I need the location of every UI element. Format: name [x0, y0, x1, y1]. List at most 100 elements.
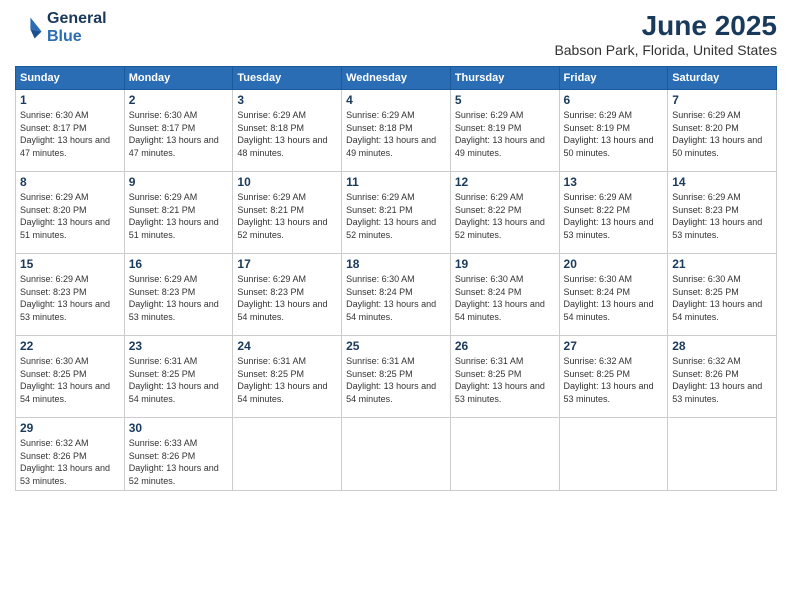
day-info: Sunrise: 6:30 AM Sunset: 8:17 PM Dayligh…: [129, 109, 229, 159]
day-number: 19: [455, 257, 555, 271]
day-number: 12: [455, 175, 555, 189]
day-number: 30: [129, 421, 229, 435]
table-row: 7 Sunrise: 6:29 AM Sunset: 8:20 PM Daylig…: [668, 90, 777, 172]
day-info: Sunrise: 6:29 AM Sunset: 8:21 PM Dayligh…: [237, 191, 337, 241]
logo: General Blue: [15, 10, 107, 46]
table-row: 5Sunrise: 6:29 AM Sunset: 8:19 PM Daylig…: [450, 90, 559, 172]
col-wednesday: Wednesday: [342, 67, 451, 90]
table-row: 3 Sunrise: 6:29 AM Sunset: 8:18 PM Daylig…: [233, 90, 342, 172]
day-info: Sunrise: 6:29 AM Sunset: 8:18 PM Dayligh…: [346, 109, 446, 159]
day-info: Sunrise: 6:29 AM Sunset: 8:18 PM Dayligh…: [237, 109, 337, 159]
table-row: 24Sunrise: 6:31 AM Sunset: 8:25 PM Dayli…: [233, 336, 342, 418]
table-row: [233, 418, 342, 491]
table-row: 28 Sunrise: 6:32 AM Sunset: 8:26 PM Dayli…: [668, 336, 777, 418]
day-info: Sunrise: 6:32 AM Sunset: 8:26 PM Dayligh…: [672, 355, 772, 405]
day-number: 14: [672, 175, 772, 189]
day-info: Sunrise: 6:32 AM Sunset: 8:25 PM Dayligh…: [564, 355, 664, 405]
day-number: 22: [20, 339, 120, 353]
table-row: 10 Sunrise: 6:29 AM Sunset: 8:21 PM Dayli…: [233, 172, 342, 254]
day-info: Sunrise: 6:29 AM Sunset: 8:23 PM Dayligh…: [20, 273, 120, 323]
table-row: 16 Sunrise: 6:29 AM Sunset: 8:23 PM Dayli…: [124, 254, 233, 336]
day-info: Sunrise: 6:30 AM Sunset: 8:24 PM Dayligh…: [564, 273, 664, 323]
calendar-week-row: 22 Sunrise: 6:30 AM Sunset: 8:25 PM Dayli…: [16, 336, 777, 418]
col-friday: Friday: [559, 67, 668, 90]
header-area: General Blue June 2025 Babson Park, Flor…: [15, 10, 777, 58]
table-row: 20 Sunrise: 6:30 AM Sunset: 8:24 PM Dayli…: [559, 254, 668, 336]
table-row: 6Sunrise: 6:29 AM Sunset: 8:19 PM Daylig…: [559, 90, 668, 172]
day-number: 29: [20, 421, 120, 435]
day-number: 25: [346, 339, 446, 353]
day-number: 13: [564, 175, 664, 189]
day-info: Sunrise: 6:29 AM Sunset: 8:23 PM Dayligh…: [129, 273, 229, 323]
calendar-week-row: 1 Sunrise: 6:30 AM Sunset: 8:17 PM Daylig…: [16, 90, 777, 172]
table-row: 26Sunrise: 6:31 AM Sunset: 8:25 PM Dayli…: [450, 336, 559, 418]
calendar-week-row: 8 Sunrise: 6:29 AM Sunset: 8:20 PM Daylig…: [16, 172, 777, 254]
day-number: 6: [564, 93, 664, 107]
day-number: 21: [672, 257, 772, 271]
logo-icon: [15, 14, 43, 42]
table-row: 11 Sunrise: 6:29 AM Sunset: 8:21 PM Dayli…: [342, 172, 451, 254]
location-title: Babson Park, Florida, United States: [554, 42, 777, 58]
day-number: 2: [129, 93, 229, 107]
table-row: 13Sunrise: 6:29 AM Sunset: 8:22 PM Dayli…: [559, 172, 668, 254]
table-row: 25 Sunrise: 6:31 AM Sunset: 8:25 PM Dayli…: [342, 336, 451, 418]
day-number: 1: [20, 93, 120, 107]
day-number: 8: [20, 175, 120, 189]
day-number: 11: [346, 175, 446, 189]
table-row: 23 Sunrise: 6:31 AM Sunset: 8:25 PM Dayli…: [124, 336, 233, 418]
day-info: Sunrise: 6:33 AM Sunset: 8:26 PM Dayligh…: [129, 437, 229, 487]
day-number: 7: [672, 93, 772, 107]
day-info: Sunrise: 6:29 AM Sunset: 8:20 PM Dayligh…: [20, 191, 120, 241]
table-row: [668, 418, 777, 491]
table-row: 17Sunrise: 6:29 AM Sunset: 8:23 PM Dayli…: [233, 254, 342, 336]
table-row: 18Sunrise: 6:30 AM Sunset: 8:24 PM Dayli…: [342, 254, 451, 336]
day-info: Sunrise: 6:29 AM Sunset: 8:20 PM Dayligh…: [672, 109, 772, 159]
table-row: 22 Sunrise: 6:30 AM Sunset: 8:25 PM Dayli…: [16, 336, 125, 418]
col-sunday: Sunday: [16, 67, 125, 90]
day-number: 28: [672, 339, 772, 353]
day-info: Sunrise: 6:31 AM Sunset: 8:25 PM Dayligh…: [129, 355, 229, 405]
col-tuesday: Tuesday: [233, 67, 342, 90]
calendar-week-row: 15 Sunrise: 6:29 AM Sunset: 8:23 PM Dayli…: [16, 254, 777, 336]
day-number: 23: [129, 339, 229, 353]
month-title: June 2025: [554, 10, 777, 42]
table-row: 21Sunrise: 6:30 AM Sunset: 8:25 PM Dayli…: [668, 254, 777, 336]
day-info: Sunrise: 6:31 AM Sunset: 8:25 PM Dayligh…: [346, 355, 446, 405]
day-number: 16: [129, 257, 229, 271]
day-number: 3: [237, 93, 337, 107]
table-row: [559, 418, 668, 491]
table-row: 9Sunrise: 6:29 AM Sunset: 8:21 PM Daylig…: [124, 172, 233, 254]
day-number: 26: [455, 339, 555, 353]
day-info: Sunrise: 6:30 AM Sunset: 8:24 PM Dayligh…: [455, 273, 555, 323]
day-number: 5: [455, 93, 555, 107]
calendar-week-row: 29 Sunrise: 6:32 AM Sunset: 8:26 PM Dayli…: [16, 418, 777, 491]
day-number: 15: [20, 257, 120, 271]
day-info: Sunrise: 6:29 AM Sunset: 8:23 PM Dayligh…: [672, 191, 772, 241]
table-row: 12 Sunrise: 6:29 AM Sunset: 8:22 PM Dayli…: [450, 172, 559, 254]
table-row: 29 Sunrise: 6:32 AM Sunset: 8:26 PM Dayli…: [16, 418, 125, 491]
title-area: June 2025 Babson Park, Florida, United S…: [554, 10, 777, 58]
calendar-header-row: Sunday Monday Tuesday Wednesday Thursday…: [16, 67, 777, 90]
page: General Blue June 2025 Babson Park, Flor…: [0, 0, 792, 612]
day-number: 17: [237, 257, 337, 271]
col-monday: Monday: [124, 67, 233, 90]
day-number: 4: [346, 93, 446, 107]
day-info: Sunrise: 6:30 AM Sunset: 8:17 PM Dayligh…: [20, 109, 120, 159]
table-row: 30 Sunrise: 6:33 AM Sunset: 8:26 PM Dayli…: [124, 418, 233, 491]
day-info: Sunrise: 6:30 AM Sunset: 8:25 PM Dayligh…: [20, 355, 120, 405]
table-row: 19 Sunrise: 6:30 AM Sunset: 8:24 PM Dayli…: [450, 254, 559, 336]
col-saturday: Saturday: [668, 67, 777, 90]
col-thursday: Thursday: [450, 67, 559, 90]
day-number: 27: [564, 339, 664, 353]
table-row: 8 Sunrise: 6:29 AM Sunset: 8:20 PM Daylig…: [16, 172, 125, 254]
day-number: 10: [237, 175, 337, 189]
day-info: Sunrise: 6:32 AM Sunset: 8:26 PM Dayligh…: [20, 437, 120, 487]
day-info: Sunrise: 6:29 AM Sunset: 8:21 PM Dayligh…: [346, 191, 446, 241]
table-row: 27 Sunrise: 6:32 AM Sunset: 8:25 PM Dayli…: [559, 336, 668, 418]
calendar: Sunday Monday Tuesday Wednesday Thursday…: [15, 66, 777, 491]
table-row: [342, 418, 451, 491]
day-number: 20: [564, 257, 664, 271]
table-row: [450, 418, 559, 491]
day-number: 18: [346, 257, 446, 271]
day-info: Sunrise: 6:29 AM Sunset: 8:22 PM Dayligh…: [455, 191, 555, 241]
